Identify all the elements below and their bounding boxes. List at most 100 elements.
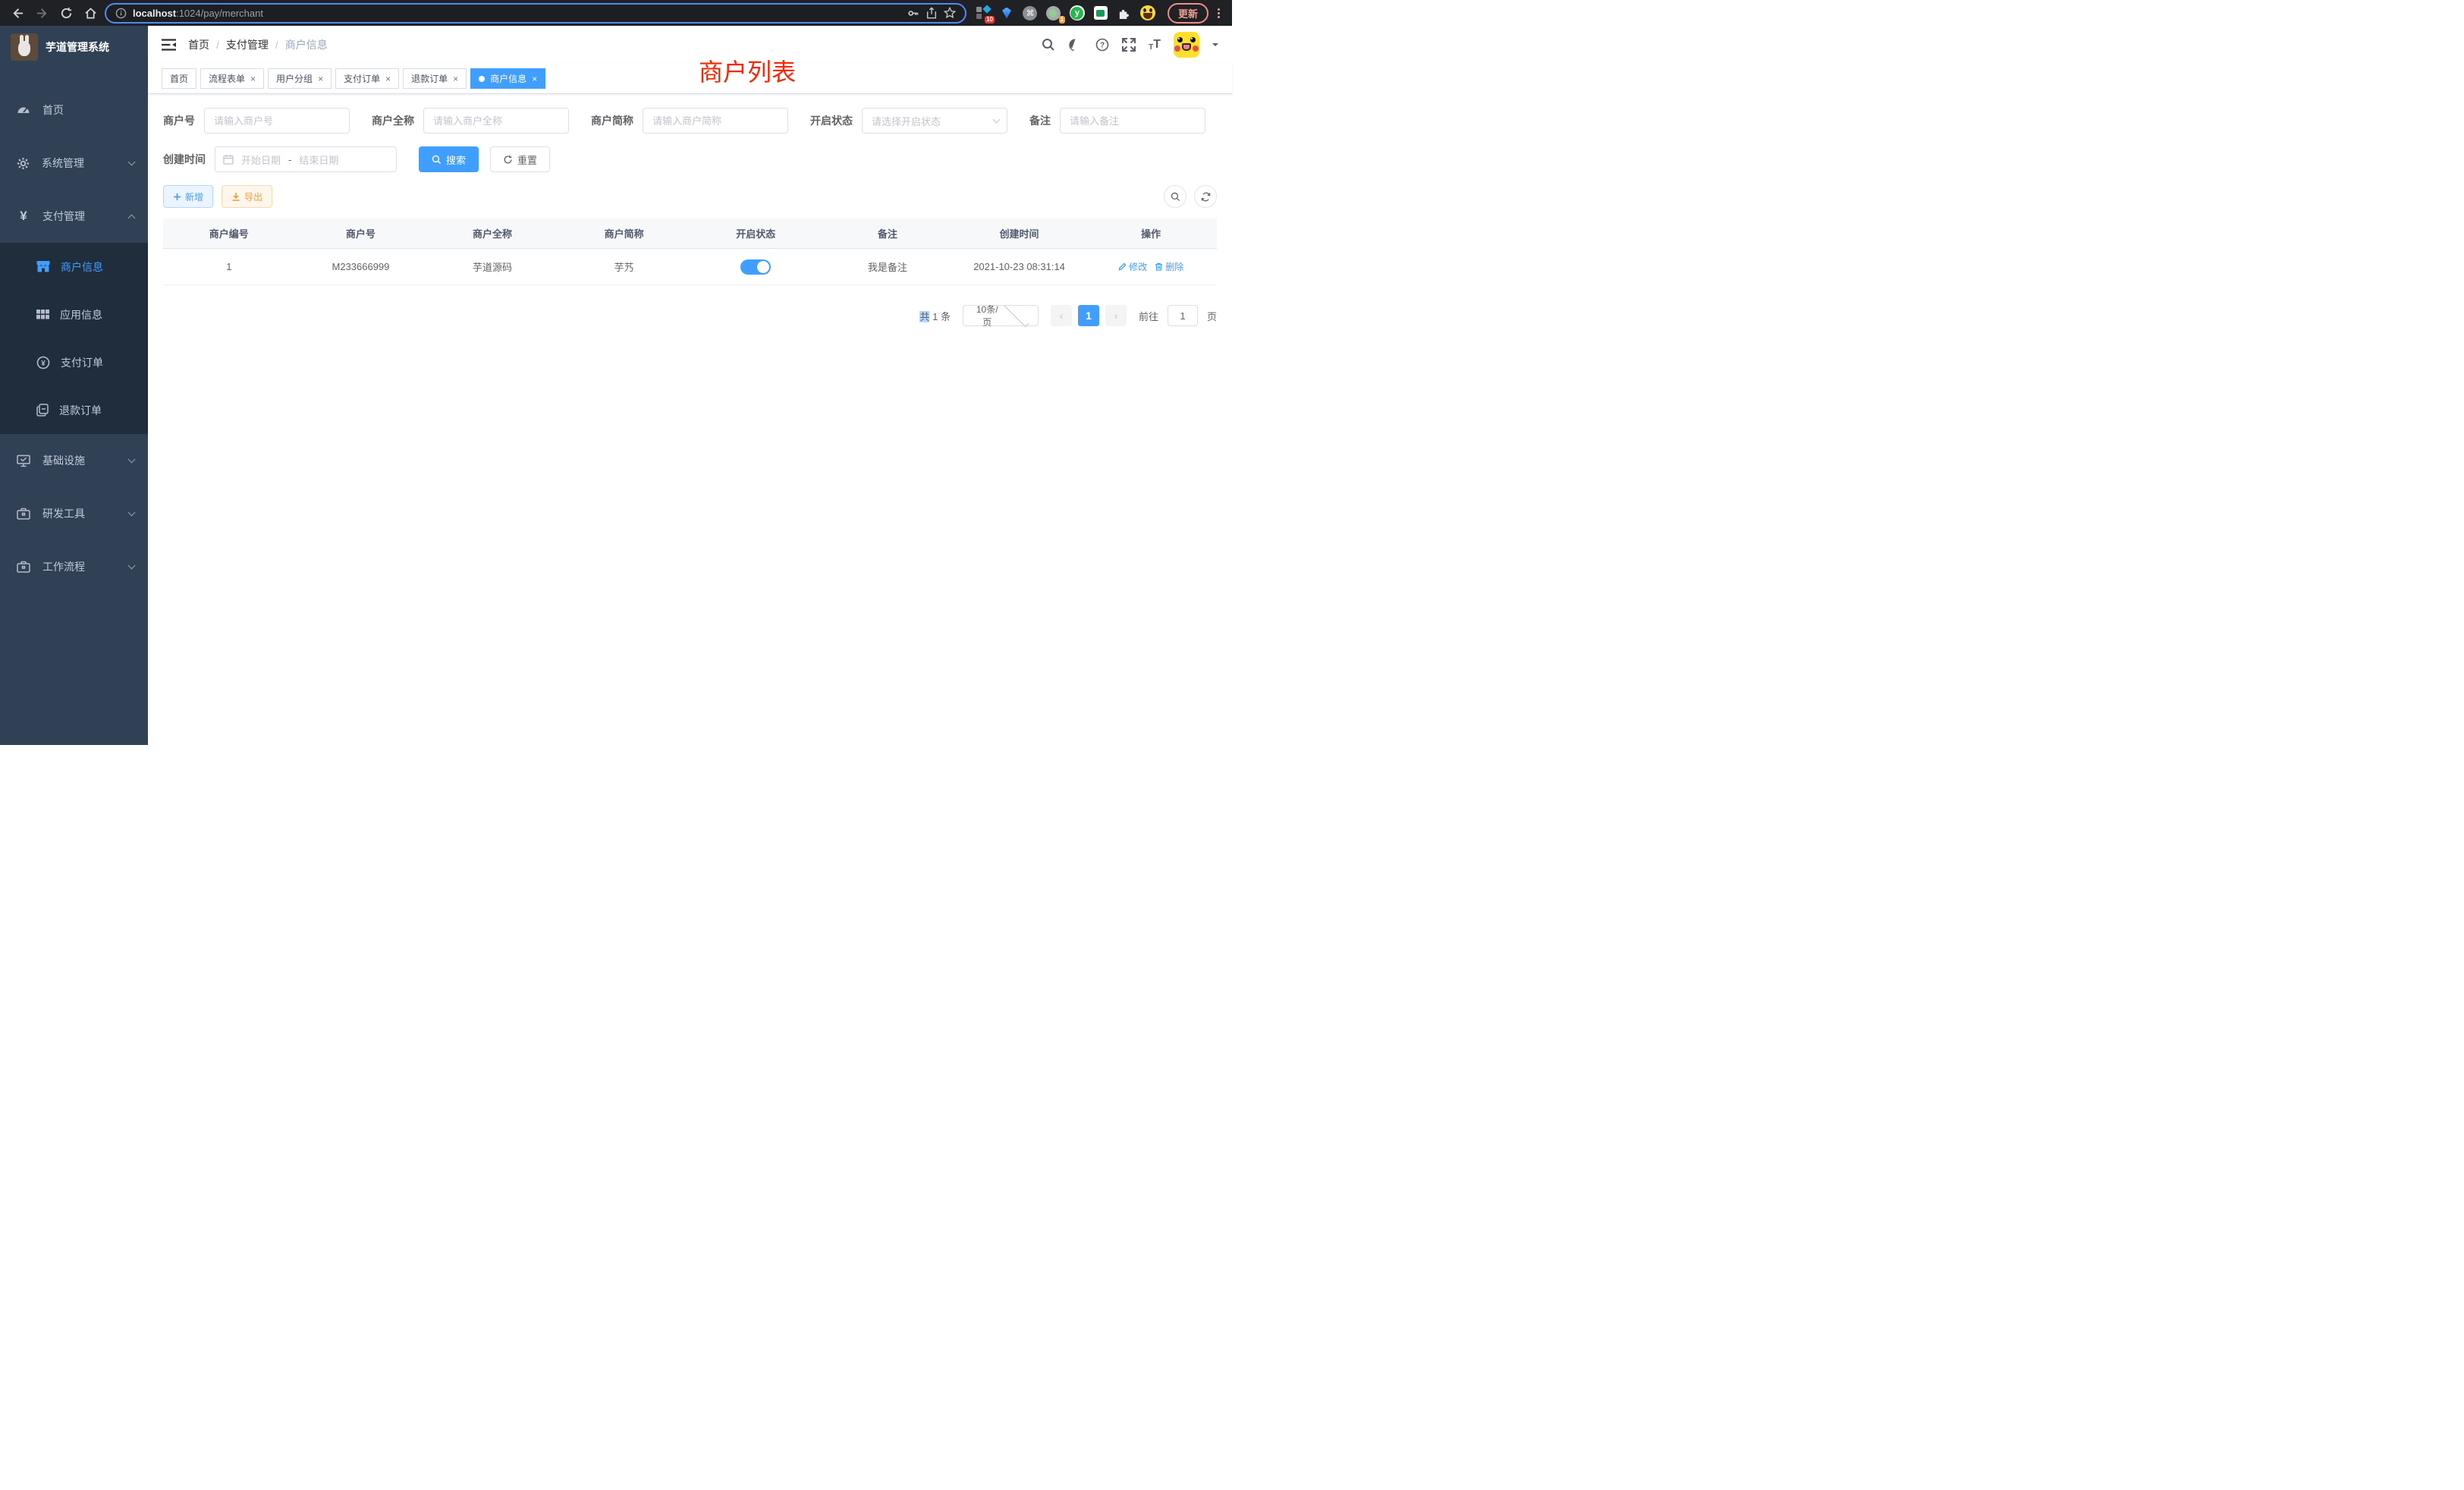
info-icon[interactable] xyxy=(115,8,127,19)
browser-profile-avatar[interactable] xyxy=(1140,5,1155,20)
date-end-placeholder: 结束日期 xyxy=(299,152,338,167)
pay-order-icon: ¥ xyxy=(36,356,50,369)
help-icon[interactable]: ? xyxy=(1095,38,1109,52)
cell-status xyxy=(690,259,822,275)
close-icon[interactable]: × xyxy=(385,74,391,83)
tab-merchant-info[interactable]: 商户信息× xyxy=(470,68,545,89)
field-label: 备注 xyxy=(1029,113,1051,128)
extension-grid-icon[interactable]: 10 xyxy=(976,5,991,20)
page-size-select[interactable]: 10条/页 xyxy=(963,305,1039,326)
sidebar-item-merchant-info[interactable]: 商户信息 xyxy=(0,243,148,291)
cell-full-name: 芋道源码 xyxy=(426,259,558,274)
chevron-down-icon xyxy=(128,562,136,570)
browser-menu-icon[interactable] xyxy=(1213,8,1224,18)
sidebar-item-pay-order[interactable]: ¥ 支付订单 xyxy=(0,338,148,386)
sidebar-item-home[interactable]: 首页 xyxy=(0,83,148,137)
sidebar-item-system[interactable]: 系统管理 xyxy=(0,137,148,190)
close-icon[interactable]: × xyxy=(318,74,323,83)
table-row: 1 M233666999 芋道源码 芋艿 我是备注 2021-10-23 08:… xyxy=(163,249,1217,285)
browser-update-button[interactable]: 更新 xyxy=(1168,3,1208,24)
current-page-button[interactable]: 1 xyxy=(1078,305,1099,326)
forward-icon[interactable] xyxy=(32,3,52,23)
sidebar-item-devtools[interactable]: 研发工具 xyxy=(0,487,148,540)
field-label: 开启状态 xyxy=(810,113,853,128)
key-icon[interactable] xyxy=(907,7,919,20)
close-icon[interactable]: × xyxy=(250,74,256,83)
sidebar-item-label: 基础设施 xyxy=(42,453,117,468)
col-header: 操作 xyxy=(1085,218,1217,248)
short-name-input[interactable] xyxy=(643,108,788,134)
sidebar-item-workflow[interactable]: 工作流程 xyxy=(0,540,148,593)
search-icon[interactable] xyxy=(1042,38,1055,52)
sidebar-item-label: 工作流程 xyxy=(42,559,117,574)
yen-icon: ¥ xyxy=(17,209,30,224)
tab-refund-order[interactable]: 退款订单× xyxy=(403,68,467,89)
extension-command-icon[interactable]: ⌘ xyxy=(1023,5,1038,20)
full-name-input[interactable] xyxy=(423,108,569,134)
reload-icon[interactable] xyxy=(56,3,76,23)
star-icon[interactable] xyxy=(944,7,956,19)
breadcrumb: 首页 / 支付管理 / 商户信息 xyxy=(188,37,328,52)
puzzle-icon[interactable] xyxy=(1117,5,1132,20)
status-toggle[interactable] xyxy=(740,259,771,275)
github-icon[interactable] xyxy=(1068,38,1083,52)
tab-user-group[interactable]: 用户分组× xyxy=(268,68,332,89)
search-button[interactable]: 搜索 xyxy=(419,146,479,172)
back-icon[interactable] xyxy=(8,3,27,23)
refresh-button[interactable] xyxy=(1194,185,1217,208)
total-label: 共 1 条 xyxy=(919,309,951,323)
filter-create-time: 创建时间 开始日期 - 结束日期 xyxy=(163,146,397,172)
svg-text:¥: ¥ xyxy=(41,360,46,368)
sidebar-item-infrastructure[interactable]: 基础设施 xyxy=(0,434,148,487)
show-search-toggle-button[interactable] xyxy=(1164,185,1186,208)
caret-down-icon[interactable] xyxy=(1212,43,1218,49)
close-icon[interactable]: × xyxy=(453,74,458,83)
sidebar-item-pay[interactable]: ¥ 支付管理 xyxy=(0,190,148,243)
cell-short-name: 芋艿 xyxy=(558,259,690,274)
extensions-bar: 10 ⌘ 1 y xyxy=(971,5,1160,20)
extension-gem-icon[interactable] xyxy=(999,5,1014,20)
status-select[interactable]: 请选择开启状态 xyxy=(862,108,1007,134)
extension-egg-icon[interactable]: 1 xyxy=(1046,5,1061,20)
close-icon[interactable]: × xyxy=(532,74,537,83)
sidebar: 芋道管理系统 首页 系统管理 ¥ 支付管理 xyxy=(0,26,148,745)
tab-pay-order[interactable]: 支付订单× xyxy=(335,68,399,89)
sidebar-item-app-info[interactable]: 应用信息 xyxy=(0,291,148,338)
sidebar-menu: 首页 系统管理 ¥ 支付管理 商户信息 xyxy=(0,68,148,593)
sidebar-item-label: 支付订单 xyxy=(61,355,103,370)
url-bar[interactable]: localhost:1024/pay/merchant xyxy=(105,3,966,24)
sidebar-item-refund-order[interactable]: 退款订单 xyxy=(0,386,148,434)
export-button[interactable]: 导出 xyxy=(222,185,272,208)
url-text[interactable]: localhost:1024/pay/merchant xyxy=(133,8,900,19)
breadcrumb-section[interactable]: 支付管理 xyxy=(226,37,269,52)
tab-process-form[interactable]: 流程表单× xyxy=(200,68,264,89)
text-size-icon[interactable]: TT xyxy=(1149,38,1161,52)
col-header: 商户全称 xyxy=(426,218,558,248)
next-page-button[interactable]: › xyxy=(1105,305,1127,326)
cell-remark: 我是备注 xyxy=(822,259,954,274)
delete-link[interactable]: 删除 xyxy=(1155,260,1183,273)
chevron-down-icon xyxy=(128,159,136,166)
remark-input[interactable] xyxy=(1060,108,1205,134)
prev-page-button[interactable]: ‹ xyxy=(1051,305,1072,326)
app-logo[interactable]: 芋道管理系统 xyxy=(0,26,148,68)
add-button[interactable]: 新增 xyxy=(163,185,213,208)
fullscreen-icon[interactable] xyxy=(1122,38,1136,52)
extension-chat-icon[interactable] xyxy=(1093,5,1108,20)
chevron-down-icon xyxy=(128,509,136,517)
share-icon[interactable] xyxy=(926,7,938,19)
tab-home[interactable]: 首页 xyxy=(162,68,196,89)
home-icon[interactable] xyxy=(80,3,100,23)
svg-text:?: ? xyxy=(1100,42,1105,50)
user-avatar[interactable] xyxy=(1174,32,1199,58)
date-range-picker[interactable]: 开始日期 - 结束日期 xyxy=(215,146,397,172)
main-area: 首页 / 支付管理 / 商户信息 ? TT xyxy=(148,26,1232,745)
merchant-no-input[interactable] xyxy=(204,108,350,134)
extension-yuque-icon[interactable]: y xyxy=(1070,5,1085,20)
breadcrumb-home[interactable]: 首页 xyxy=(188,37,209,52)
table-header: 商户编号 商户号 商户全称 商户简称 开启状态 备注 创建时间 操作 xyxy=(163,218,1217,249)
hamburger-icon[interactable] xyxy=(162,39,176,51)
goto-page-input[interactable] xyxy=(1168,305,1198,326)
reset-button[interactable]: 重置 xyxy=(490,146,550,172)
edit-link[interactable]: 修改 xyxy=(1118,260,1147,273)
